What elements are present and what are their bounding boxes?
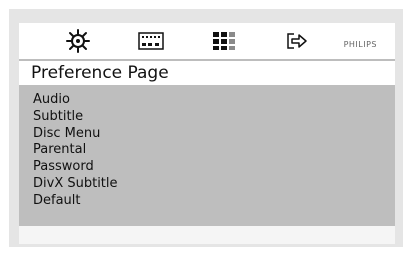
brand-label: PHILIPS	[343, 40, 377, 49]
page-header: Preference Page	[19, 59, 395, 85]
menu-item-audio[interactable]: Audio	[33, 92, 118, 109]
exit-icon[interactable]	[284, 27, 310, 55]
menu-item-parental[interactable]: Parental	[33, 142, 118, 159]
menu-item-default[interactable]: Default	[33, 193, 118, 210]
page-title: Preference Page	[31, 63, 169, 83]
settings-gear-icon[interactable]	[63, 27, 93, 55]
menu-item-divx-subtitle[interactable]: DivX Subtitle	[33, 176, 118, 193]
osd-frame: PHILIPS Preference Page Audio Subtitle D…	[9, 9, 403, 247]
status-strip	[19, 226, 395, 244]
setup-toolbar: PHILIPS	[19, 23, 395, 59]
menu-item-password[interactable]: Password	[33, 159, 118, 176]
preference-menu: Audio Subtitle Disc Menu Parental Passwo…	[19, 85, 395, 226]
display-icon[interactable]	[137, 27, 165, 55]
grid-icon[interactable]	[210, 27, 238, 55]
menu-item-subtitle[interactable]: Subtitle	[33, 109, 118, 126]
menu-list: Audio Subtitle Disc Menu Parental Passwo…	[33, 92, 118, 210]
menu-item-disc-menu[interactable]: Disc Menu	[33, 126, 118, 143]
setup-screen: PHILIPS Preference Page Audio Subtitle D…	[19, 23, 395, 244]
